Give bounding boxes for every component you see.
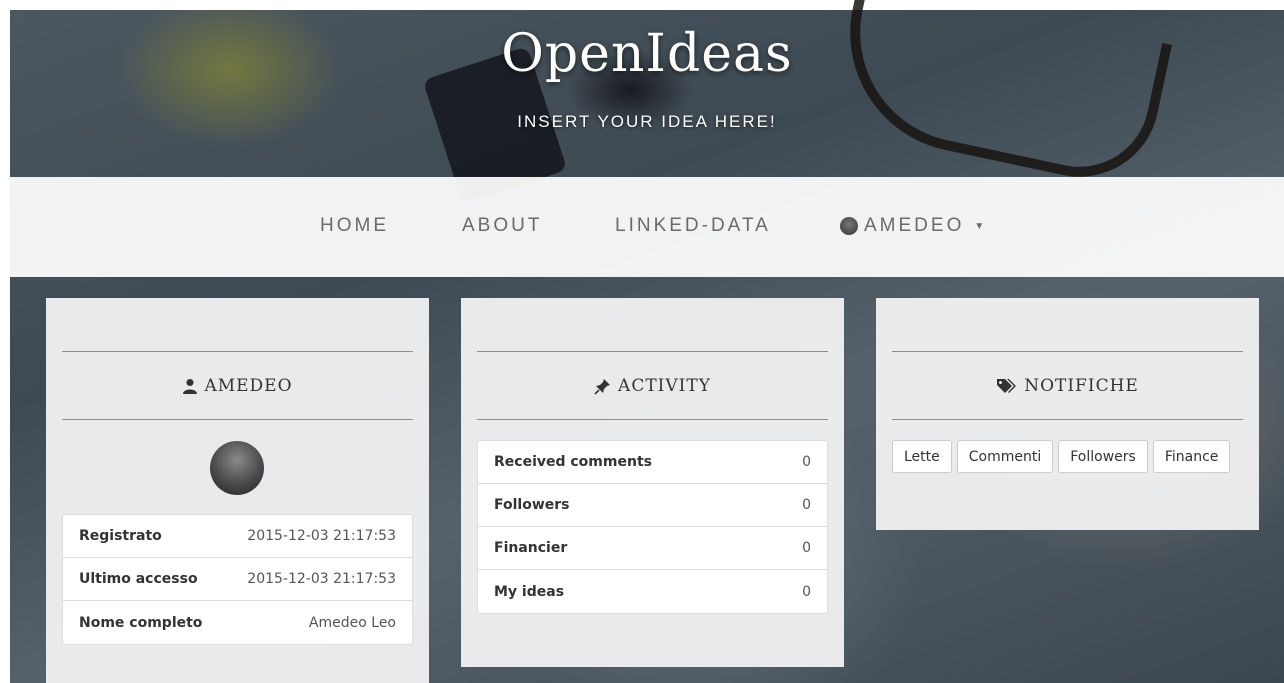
list-item[interactable]: My ideas 0 <box>478 570 827 613</box>
row-label: Nome completo <box>79 614 203 631</box>
row-count: 0 <box>802 497 811 513</box>
list-item[interactable]: Received comments 0 <box>478 441 827 484</box>
nav-about[interactable]: ABOUT <box>462 215 542 237</box>
pushpin-icon <box>594 377 612 395</box>
notifications-panel-header: NOTIFICHE <box>892 351 1243 420</box>
profile-title: AMEDEO <box>204 375 293 396</box>
row-label: Ultimo accesso <box>79 571 198 587</box>
row-label: My ideas <box>494 583 565 600</box>
list-item[interactable]: Followers 0 <box>478 484 827 527</box>
filter-commenti-button[interactable]: Commenti <box>956 440 1054 473</box>
user-icon <box>182 378 198 394</box>
brand-title[interactable]: OpenIdeas <box>10 24 1284 84</box>
row-count: 0 <box>802 583 811 600</box>
row-label: Received comments <box>494 454 652 470</box>
list-item[interactable]: Financier 0 <box>478 527 827 570</box>
profile-panel: AMEDEO Registrato 2015-12-03 21:17:53 Ul… <box>46 298 429 683</box>
nav-linked-data[interactable]: LINKED-DATA <box>615 215 771 237</box>
activity-list: Received comments 0 Followers 0 Financie… <box>477 440 828 614</box>
activity-panel: ACTIVITY Received comments 0 Followers 0… <box>461 298 844 667</box>
profile-avatar <box>210 441 264 495</box>
row-count: 0 <box>802 454 811 470</box>
activity-title: ACTIVITY <box>618 375 711 396</box>
filter-finance-button[interactable]: Finance <box>1152 440 1231 473</box>
profile-info-list: Registrato 2015-12-03 21:17:53 Ultimo ac… <box>62 514 413 645</box>
row-label: Registrato <box>79 528 162 544</box>
row-label: Financier <box>494 540 568 556</box>
activity-panel-header: ACTIVITY <box>477 351 828 420</box>
list-item: Nome completo Amedeo Leo <box>63 601 412 644</box>
nav-user-label: AMEDEO <box>864 215 965 236</box>
profile-panel-header: AMEDEO <box>62 351 413 420</box>
filter-followers-button[interactable]: Followers <box>1058 440 1148 473</box>
notification-filter-buttons: Lette Commenti Followers Finance <box>892 440 1231 473</box>
filter-lette-button[interactable]: Lette <box>892 440 952 473</box>
nav-user-dropdown[interactable]: AMEDEO ▼ <box>840 215 987 237</box>
row-value: 2015-12-03 21:17:53 <box>247 528 396 544</box>
row-value: Amedeo Leo <box>308 614 396 631</box>
user-avatar-icon <box>840 217 858 235</box>
row-count: 0 <box>802 540 811 556</box>
tagline: INSERT YOUR IDEA HERE! <box>517 112 777 131</box>
row-value: 2015-12-03 21:17:53 <box>247 571 396 587</box>
tags-icon <box>996 378 1018 394</box>
site-header: OpenIdeas INSERT YOUR IDEA HERE! <box>10 10 1284 178</box>
list-item: Ultimo accesso 2015-12-03 21:17:53 <box>63 558 412 601</box>
nav-home[interactable]: HOME <box>320 215 389 237</box>
row-label: Followers <box>494 497 570 513</box>
notifications-panel: NOTIFICHE Lette Commenti Followers Finan… <box>876 298 1259 530</box>
notifications-title: NOTIFICHE <box>1024 375 1139 396</box>
navbar: HOME ABOUT LINKED-DATA AMEDEO ▼ <box>10 177 1284 277</box>
list-item: Registrato 2015-12-03 21:17:53 <box>63 515 412 558</box>
caret-down-icon: ▼ <box>974 220 988 232</box>
